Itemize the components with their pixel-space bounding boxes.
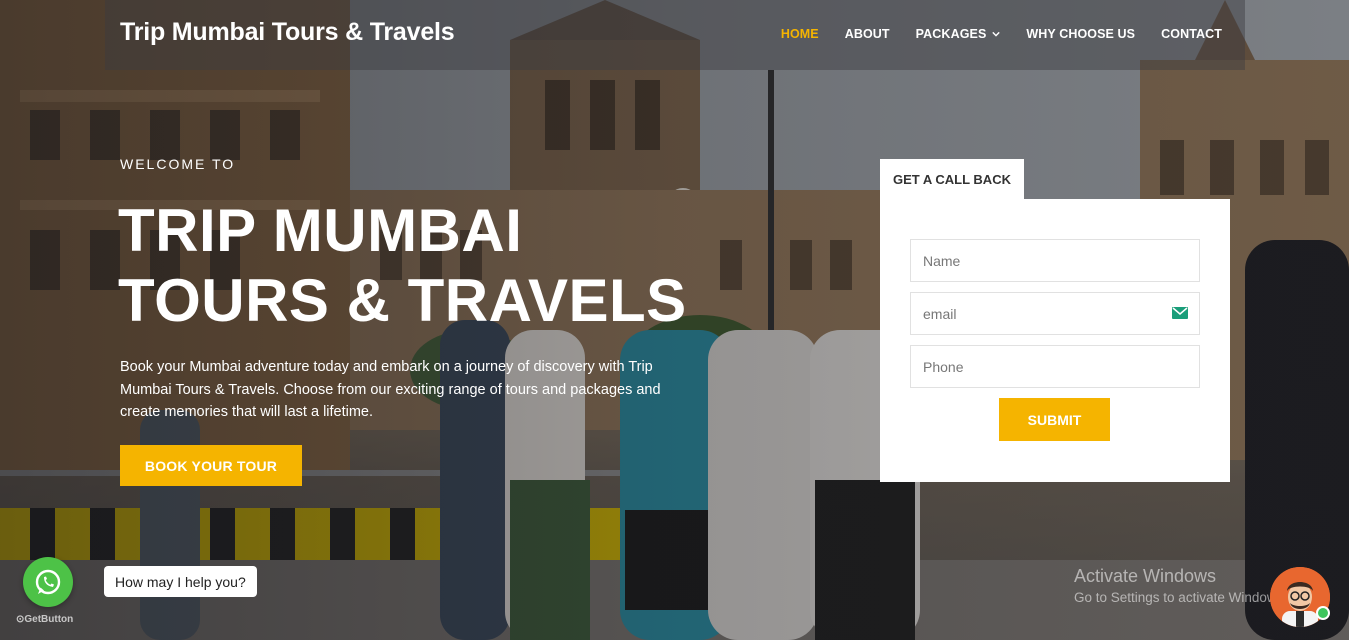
brand-logo-text[interactable]: Trip Mumbai Tours & Travels: [120, 18, 455, 47]
hero-description: Book your Mumbai adventure today and emb…: [120, 359, 661, 420]
chevron-down-icon: [992, 31, 1001, 37]
name-input[interactable]: [910, 239, 1200, 282]
nav-about-label: ABOUT: [844, 27, 890, 41]
hero-title-line1: TRIP MUMBAI: [118, 197, 523, 264]
getbutton-label: GetButton: [24, 614, 74, 625]
nav-packages[interactable]: PACKAGES: [916, 27, 1001, 41]
main-nav: HOME ABOUT PACKAGES WHY CHOOSE US CONTAC…: [781, 27, 1222, 41]
hero-title: TRIP MUMBAI TOURS & TRAVELS: [118, 196, 718, 336]
online-status-dot: [1316, 606, 1330, 620]
nav-why-choose-us[interactable]: WHY CHOOSE US: [1026, 27, 1135, 41]
activate-windows-title: Activate Windows: [1074, 566, 1217, 586]
nav-home[interactable]: HOME: [781, 27, 819, 41]
activate-windows-subtitle: Go to Settings to activate Windows.: [1074, 590, 1288, 605]
submit-button[interactable]: SUBMIT: [999, 398, 1110, 441]
whatsapp-icon: [35, 569, 61, 595]
getbutton-credit[interactable]: ⊙GetButton: [16, 614, 73, 625]
hero-welcome-text: WELCOME TO: [120, 156, 236, 172]
nav-home-label: HOME: [780, 27, 819, 41]
book-your-tour-button[interactable]: BOOK YOUR TOUR: [120, 445, 302, 486]
whatsapp-button[interactable]: [23, 557, 73, 607]
mail-icon: [1172, 307, 1188, 319]
nav-about[interactable]: ABOUT: [845, 27, 890, 41]
whatsapp-help-bubble[interactable]: How may I help you?: [104, 566, 257, 597]
hero-title-line2: TOURS & TRAVELS: [118, 267, 687, 334]
email-input[interactable]: [910, 292, 1200, 335]
phone-input[interactable]: [910, 345, 1200, 388]
nav-why-choose-us-label: WHY CHOOSE US: [1026, 27, 1136, 41]
nav-packages-label: PACKAGES: [915, 27, 987, 41]
nav-contact[interactable]: CONTACT: [1161, 27, 1222, 41]
nav-contact-label: CONTACT: [1161, 27, 1222, 41]
callback-form: SUBMIT: [880, 199, 1230, 482]
get-callback-tab[interactable]: GET A CALL BACK: [880, 159, 1024, 200]
